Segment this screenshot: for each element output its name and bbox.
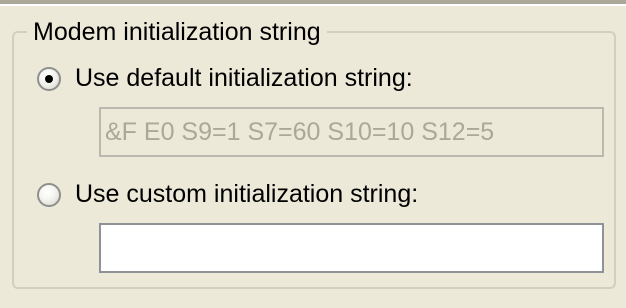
custom-init-string-label[interactable]: Use custom initialization string: — [75, 180, 418, 209]
default-init-string-radio[interactable] — [37, 66, 61, 91]
custom-init-string-option[interactable]: Use custom initialization string: — [37, 180, 418, 209]
custom-init-string-radio[interactable] — [37, 182, 61, 207]
top-divider-highlight — [0, 4, 626, 6]
default-init-string-label[interactable]: Use default initialization string: — [75, 64, 413, 93]
default-init-string-option[interactable]: Use default initialization string: — [37, 64, 413, 93]
modem-settings-panel: Modem initialization string Use default … — [0, 0, 626, 308]
init-string-group-title: Modem initialization string — [27, 17, 327, 47]
custom-init-string-input[interactable] — [99, 223, 604, 273]
default-init-string-field: &F E0 S9=1 S7=60 S10=10 S12=5 — [99, 107, 604, 157]
